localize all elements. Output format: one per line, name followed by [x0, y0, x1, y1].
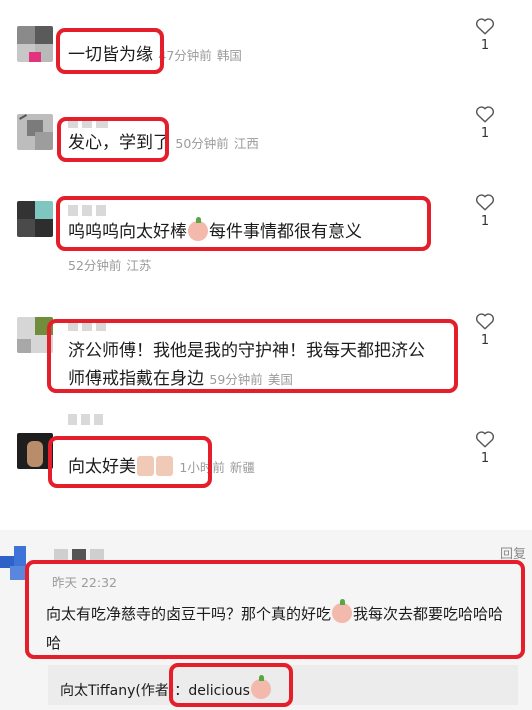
comment-text-continued: 师傅戒指戴在身边 59分钟前 美国 [68, 369, 293, 389]
like-count: 1 [480, 126, 490, 141]
comment-text: 发心，学到了 [68, 133, 170, 153]
peach-emoji-icon [332, 599, 353, 623]
comment-time: 昨天 22:32 [52, 575, 117, 590]
avatar[interactable] [0, 546, 40, 582]
comment-region: 美国 [267, 372, 293, 387]
comment-time: 59分钟前 [209, 372, 263, 387]
avatar[interactable] [17, 26, 53, 62]
avatar[interactable] [17, 433, 53, 469]
comment-time: 1小时前 [179, 460, 225, 475]
like-button[interactable]: 1 [470, 105, 500, 141]
username-masked [68, 117, 108, 128]
heart-outline-icon [475, 194, 495, 211]
comment-region: 新疆 [229, 460, 255, 475]
comment-region: 韩国 [216, 48, 242, 63]
comment-meta: 52分钟前 江苏 [68, 255, 151, 274]
comment-time: 50分钟前 [175, 136, 229, 151]
author-name[interactable]: 向太Tiffany(作者) [60, 683, 174, 699]
comment-body: 发心，学到了 50分钟前 江西 [68, 132, 259, 155]
heart-outline-icon [475, 106, 495, 123]
face-emoji-icon [137, 456, 154, 476]
comment-time: 52分钟前 [68, 258, 122, 273]
comment-body: 一切皆为缘 47分钟前 韩国 [68, 44, 242, 67]
peach-emoji-icon [188, 217, 208, 241]
comment-region: 江西 [233, 136, 259, 151]
comment-time: 47分钟前 [158, 48, 212, 63]
username-masked [68, 320, 106, 331]
like-count: 1 [480, 333, 490, 348]
username-masked [54, 549, 104, 560]
avatar[interactable] [17, 114, 53, 150]
comment-text: 济公师傅！我他是我的守护神！我每天都把济公 [68, 341, 425, 361]
like-count: 1 [480, 38, 490, 53]
avatar[interactable] [17, 317, 53, 353]
comment-text-continued: 哈 [46, 634, 62, 652]
username-masked [68, 205, 106, 216]
comment-text: 向太有吃净慈寺的卤豆干吗？那个真的好吃 我每次去都要吃哈哈哈 [46, 599, 504, 623]
like-count: 1 [480, 214, 490, 229]
heart-outline-icon [475, 313, 495, 330]
username-masked [68, 414, 103, 425]
author-reply-text: 向太Tiffany(作者)：delicious [60, 675, 272, 702]
comment-body: 向太好美 1小时前 新疆 [68, 456, 255, 479]
comment-text: 呜呜呜向太好棒 每件事情都很有意义 [68, 217, 362, 242]
comment-text: 向太好美 [68, 457, 136, 477]
comment-region: 江苏 [126, 258, 152, 273]
like-count: 1 [480, 451, 490, 466]
face-emoji-icon [156, 456, 173, 476]
peach-emoji-icon [250, 675, 271, 699]
comment-text: 一切皆为缘 [68, 45, 153, 65]
reply-button[interactable]: 回复 [500, 543, 526, 562]
avatar[interactable] [17, 201, 53, 237]
heart-outline-icon [475, 18, 495, 35]
like-button[interactable]: 1 [470, 17, 500, 53]
like-button[interactable]: 1 [470, 193, 500, 229]
heart-outline-icon [475, 431, 495, 448]
like-button[interactable]: 1 [470, 430, 500, 466]
like-button[interactable]: 1 [470, 312, 500, 348]
